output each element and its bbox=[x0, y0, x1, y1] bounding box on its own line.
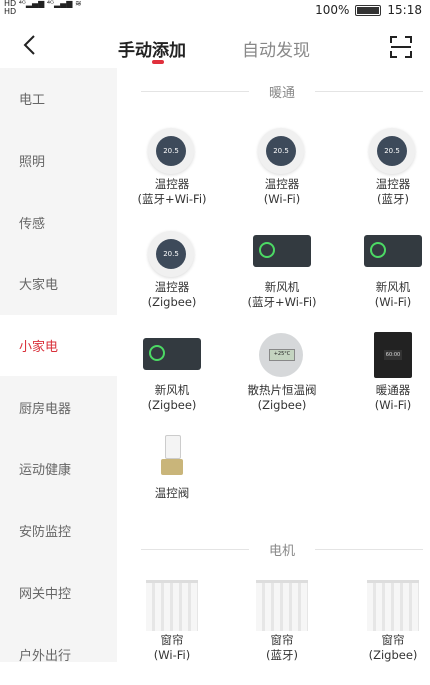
sidebar-item-outdoor[interactable]: 户外出行 bbox=[0, 623, 117, 685]
status-bar: HD ⁴ᴳ▂▄▆ ⁴ᴳ▂▄▆ ≋ HD 100% 15:18 bbox=[0, 0, 430, 22]
valve-icon bbox=[161, 435, 183, 483]
device-thermostat-wifi[interactable]: 20.5 温控器 (Wi-Fi) bbox=[232, 124, 332, 207]
thermostat-icon: 20.5 bbox=[258, 128, 304, 174]
sidebar-item-large-appliance[interactable]: 大家电 bbox=[0, 253, 117, 315]
device-thermostat-ble-wifi[interactable]: 20.5 温控器 (蓝牙+Wi-Fi) bbox=[122, 124, 222, 207]
device-curtain-wifi[interactable]: 窗帘 (Wi-Fi) bbox=[122, 580, 222, 662]
device-curtain-zigbee[interactable]: 窗帘 (Zigbee) bbox=[343, 580, 430, 662]
curtain-icon bbox=[146, 580, 198, 631]
sidebar-item-sensor[interactable]: 传感 bbox=[0, 191, 117, 253]
sidebar-item-gateway[interactable]: 网关中控 bbox=[0, 562, 117, 624]
fresh-air-icon bbox=[253, 235, 311, 267]
scan-icon[interactable] bbox=[390, 36, 412, 58]
battery-percent: 100% bbox=[315, 3, 350, 17]
fresh-air-icon bbox=[364, 235, 422, 267]
sidebar-item-sports-health[interactable]: 运动健康 bbox=[0, 438, 117, 500]
tab-auto-discover[interactable]: 自动发现 bbox=[242, 36, 310, 61]
thermostat-icon: 20.5 bbox=[148, 128, 194, 174]
curtain-icon bbox=[367, 580, 419, 631]
back-icon[interactable] bbox=[22, 34, 36, 62]
category-sidebar: 电工 照明 传感 大家电 小家电 厨房电器 运动健康 安防监控 网关中控 户外出… bbox=[0, 68, 117, 664]
tab-manual-add[interactable]: 手动添加 bbox=[118, 36, 186, 61]
radiator-valve-icon: +25°C bbox=[259, 333, 303, 377]
sidebar-item-small-appliance[interactable]: 小家电 bbox=[0, 314, 117, 377]
thermostat-icon: 20.5 bbox=[148, 231, 194, 277]
network-indicator: HD ⁴ᴳ▂▄▆ ⁴ᴳ▂▄▆ ≋ HD bbox=[4, 0, 82, 16]
section-title-hvac: 暖通 bbox=[141, 81, 424, 101]
header: 手动添加 自动发现 bbox=[0, 28, 430, 68]
device-list: 暖通 20.5 温控器 (蓝牙+Wi-Fi) 20.5 温控器 (Wi-Fi) 20… bbox=[117, 68, 430, 662]
battery-icon bbox=[355, 4, 382, 16]
device-curtain-ble[interactable]: 窗帘 (蓝牙) bbox=[232, 580, 332, 662]
sidebar-item-lighting[interactable]: 照明 bbox=[0, 130, 117, 192]
clock: 15:18 bbox=[387, 3, 422, 17]
device-valve[interactable]: 温控阀 bbox=[122, 433, 222, 501]
section-title-motor: 电机 bbox=[141, 539, 424, 559]
device-fresh-air-zigbee[interactable]: 新风机 (Zigbee) bbox=[122, 330, 222, 413]
sidebar-item-kitchen[interactable]: 厨房电器 bbox=[0, 376, 117, 438]
fresh-air-icon bbox=[143, 338, 201, 370]
sidebar-item-security[interactable]: 安防监控 bbox=[0, 500, 117, 562]
device-thermostat-ble[interactable]: 20.5 温控器 (蓝牙) bbox=[343, 124, 430, 207]
heater-icon: 60:00 bbox=[374, 332, 412, 378]
device-fresh-air-ble-wifi[interactable]: 新风机 (蓝牙+Wi-Fi) bbox=[232, 227, 332, 310]
device-thermostat-zigbee[interactable]: 20.5 温控器 (Zigbee) bbox=[122, 227, 222, 310]
tab-indicator bbox=[152, 60, 164, 64]
device-fresh-air-wifi[interactable]: 新风机 (Wi-Fi) bbox=[343, 227, 430, 310]
sidebar-item-electrician[interactable]: 电工 bbox=[0, 68, 117, 130]
thermostat-icon: 20.5 bbox=[369, 128, 415, 174]
device-heater-wifi[interactable]: 60:00 暖通器 (Wi-Fi) bbox=[343, 330, 430, 413]
device-radiator-valve-zigbee[interactable]: +25°C 散热片恒温阀 (Zigbee) bbox=[232, 330, 332, 413]
curtain-icon bbox=[256, 580, 308, 631]
